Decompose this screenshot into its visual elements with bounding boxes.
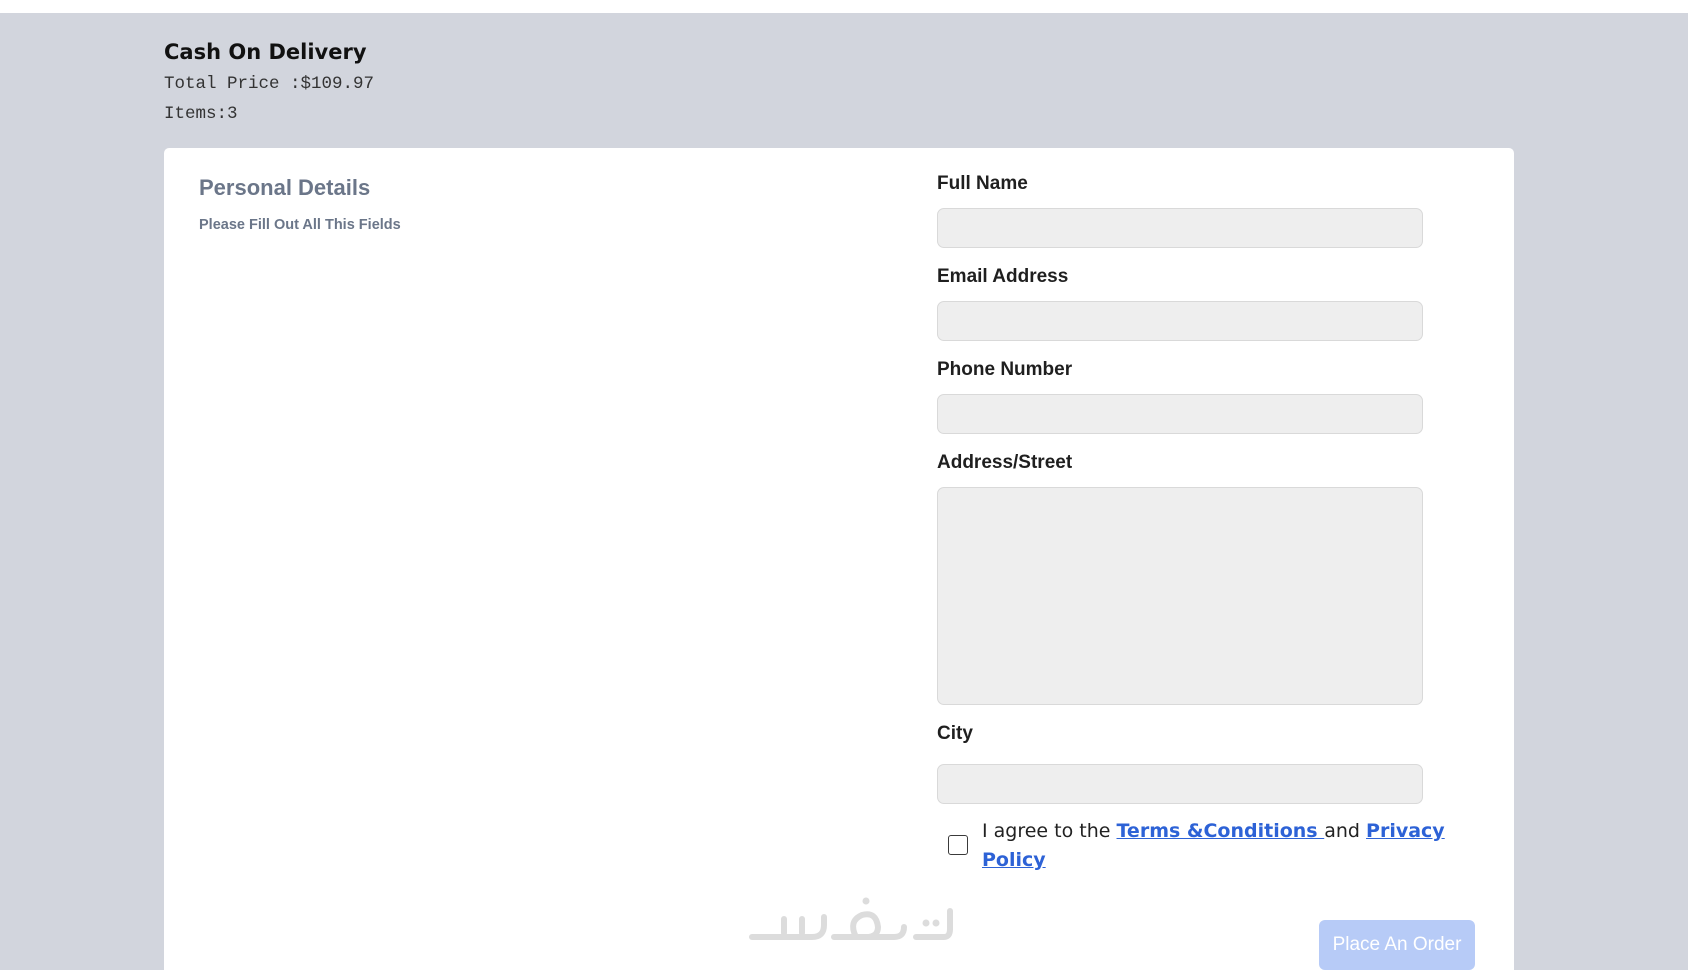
- brand-logo-watermark-icon: [749, 897, 953, 940]
- payment-method-title: Cash On Delivery: [164, 40, 367, 64]
- full-name-input[interactable]: [937, 208, 1423, 248]
- address-label: Address/Street: [937, 452, 1073, 473]
- agree-text: I agree to the Terms &Conditions and Pri…: [982, 817, 1452, 875]
- total-price: Total Price :$109.97: [164, 74, 375, 94]
- personal-details-title: Personal Details: [199, 175, 371, 200]
- city-input[interactable]: [937, 764, 1423, 804]
- phone-input[interactable]: [937, 394, 1423, 434]
- checkout-form-card: Personal Details Please Fill Out All Thi…: [164, 148, 1514, 970]
- address-textarea[interactable]: [937, 487, 1423, 705]
- city-label: City: [937, 723, 973, 744]
- items-count: Items:3: [164, 104, 238, 124]
- place-order-button[interactable]: Place An Order: [1319, 920, 1475, 970]
- agree-middle: and: [1324, 820, 1367, 842]
- agree-checkbox[interactable]: [948, 835, 968, 855]
- personal-details-subtitle: Please Fill Out All This Fields: [199, 217, 401, 233]
- email-input[interactable]: [937, 301, 1423, 341]
- full-name-label: Full Name: [937, 173, 1028, 194]
- agree-prefix: I agree to the: [982, 820, 1117, 842]
- phone-label: Phone Number: [937, 359, 1073, 380]
- email-label: Email Address: [937, 266, 1069, 287]
- terms-conditions-link[interactable]: Terms &Conditions: [1117, 820, 1325, 842]
